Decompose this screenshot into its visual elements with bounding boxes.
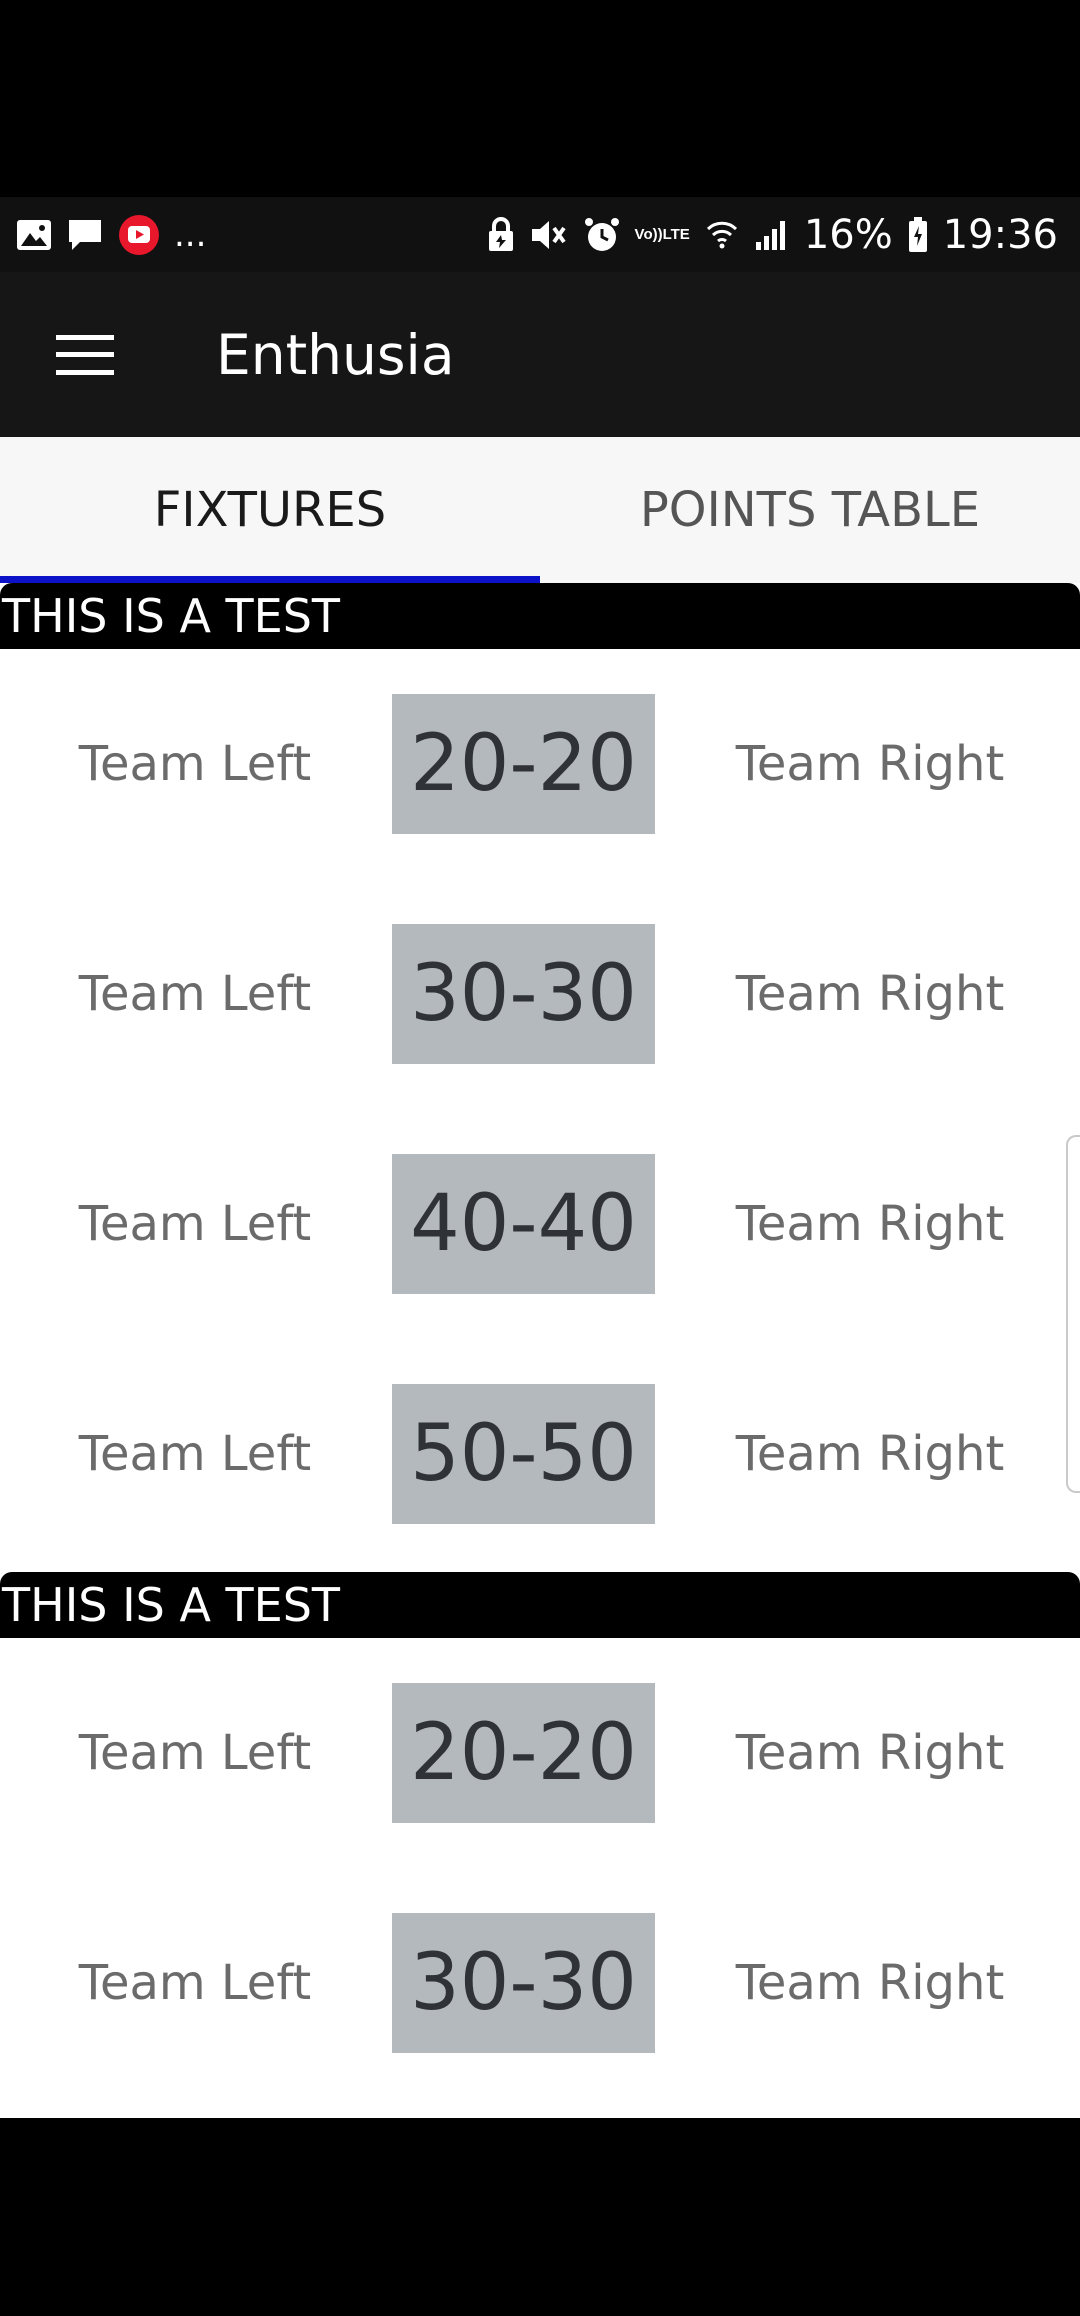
- team-right-name: Team Right: [735, 1725, 1005, 1781]
- active-tab-indicator: [0, 576, 540, 583]
- volte-lte-indicator: Vo)) LTE: [634, 226, 690, 243]
- wifi-icon: [704, 217, 740, 253]
- tab-bar: FIXTURES POINTS TABLE: [0, 437, 1080, 583]
- team-right-name: Team Right: [735, 1196, 1005, 1252]
- fixture-row[interactable]: Team Left 50-50 Team Right: [0, 1384, 1080, 1524]
- battery-percentage: 16%: [803, 211, 893, 258]
- bottom-letterbox: [0, 2118, 1080, 2316]
- team-left-name: Team Left: [78, 1955, 312, 2011]
- fixture-row[interactable]: Team Left 20-20 Team Right: [0, 1683, 1080, 1823]
- lock-icon: [487, 216, 515, 253]
- tab-points-table[interactable]: POINTS TABLE: [540, 437, 1080, 583]
- menu-icon[interactable]: [56, 334, 114, 375]
- app-title: Enthusia: [216, 322, 455, 387]
- alarm-icon: [583, 216, 621, 254]
- section-header: THIS IS A TEST: [0, 1572, 1080, 1638]
- team-right-name: Team Right: [735, 1426, 1005, 1482]
- message-icon: [66, 217, 104, 253]
- team-left-name: Team Left: [78, 1426, 312, 1482]
- team-left-name: Team Left: [78, 1725, 312, 1781]
- top-letterbox: [0, 0, 1080, 197]
- section-header: THIS IS A TEST: [0, 583, 1080, 649]
- more-notifications: ...: [174, 214, 207, 255]
- signal-icon: [754, 218, 790, 252]
- fixture-row[interactable]: Team Left 40-40 Team Right: [0, 1154, 1080, 1294]
- fixture-row[interactable]: Team Left 30-30 Team Right: [0, 1913, 1080, 2053]
- gallery-icon: [16, 219, 52, 251]
- team-left-name: Team Left: [78, 1196, 312, 1252]
- mute-icon: [529, 217, 569, 253]
- team-left-name: Team Left: [78, 966, 312, 1022]
- team-right-name: Team Right: [735, 736, 1005, 792]
- tab-fixtures[interactable]: FIXTURES: [0, 437, 540, 583]
- fixtures-list[interactable]: THIS IS A TEST Team Left 20-20 Team Righ…: [0, 583, 1080, 2118]
- tab-label: FIXTURES: [153, 482, 387, 538]
- app-bar: Enthusia: [0, 272, 1080, 437]
- team-left-name: Team Left: [78, 736, 312, 792]
- fixture-row[interactable]: Team Left 20-20 Team Right: [0, 694, 1080, 834]
- status-bar: ... Vo)) LTE 16% 19:36: [0, 197, 1080, 272]
- score-box: 20-20: [392, 1683, 655, 1823]
- youtube-icon: [118, 214, 160, 256]
- score-box: 20-20: [392, 694, 655, 834]
- score-box: 50-50: [392, 1384, 655, 1524]
- score-box: 30-30: [392, 924, 655, 1064]
- clock: 19:36: [942, 211, 1058, 258]
- fixture-row[interactable]: Team Left 30-30 Team Right: [0, 924, 1080, 1064]
- team-right-name: Team Right: [735, 966, 1005, 1022]
- scrollbar-handle[interactable]: [1066, 1135, 1080, 1493]
- score-box: 30-30: [392, 1913, 655, 2053]
- tab-label: POINTS TABLE: [639, 482, 981, 538]
- score-box: 40-40: [392, 1154, 655, 1294]
- team-right-name: Team Right: [735, 1955, 1005, 2011]
- battery-icon: [907, 216, 929, 254]
